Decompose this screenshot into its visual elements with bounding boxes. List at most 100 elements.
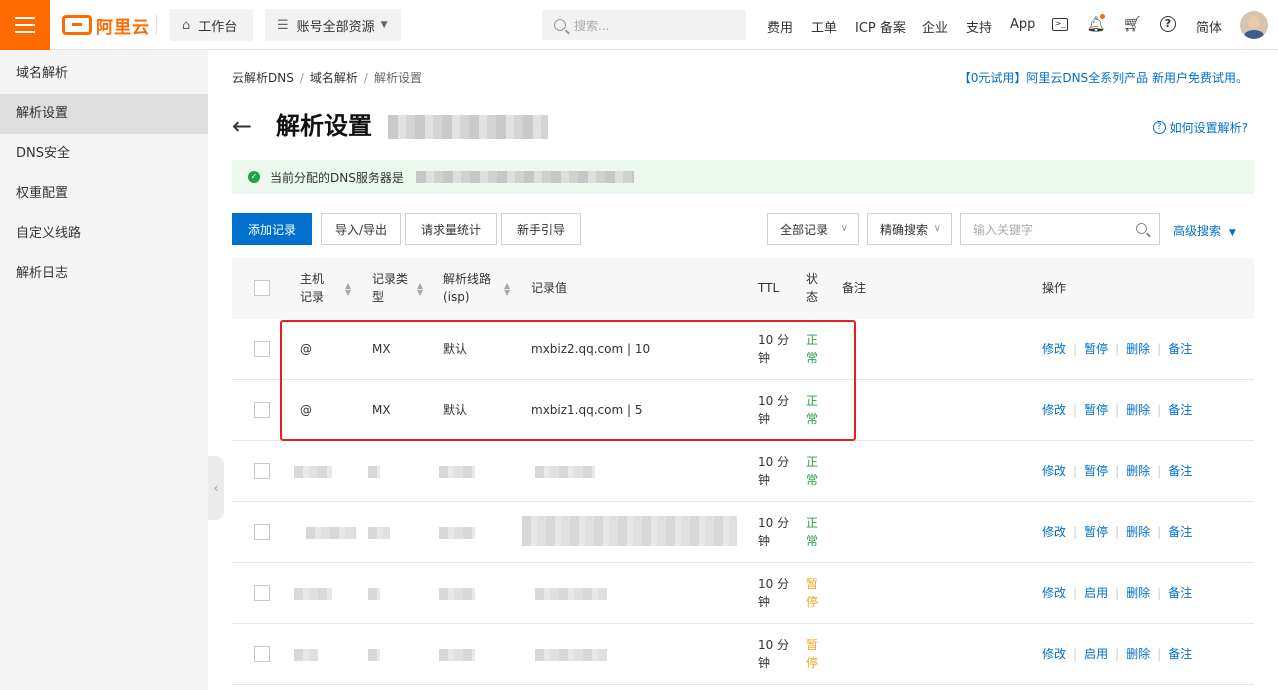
add-record-button[interactable]: 添加记录 <box>232 213 312 245</box>
remark-link[interactable]: 备注 <box>1168 464 1192 478</box>
nav-icp[interactable]: ICP 备案 <box>855 17 906 36</box>
sidebar-item-dns-security[interactable]: DNS安全 <box>0 134 208 174</box>
highlight-box <box>280 320 856 441</box>
delete-link[interactable]: 删除 <box>1126 342 1150 356</box>
delete-link[interactable]: 删除 <box>1126 586 1150 600</box>
resources-label: 账号全部资源 <box>296 19 375 35</box>
delete-link[interactable]: 删除 <box>1126 647 1150 661</box>
edit-link[interactable]: 修改 <box>1042 647 1066 661</box>
search-placeholder: 搜索... <box>574 18 610 33</box>
delete-link[interactable]: 删除 <box>1126 464 1150 478</box>
menu-icon[interactable] <box>0 0 50 50</box>
edit-link[interactable]: 修改 <box>1042 464 1066 478</box>
table-row: 10 分钟 正常 修改 | 暂停 | 删除 | 备注 <box>232 441 1254 502</box>
workbench-button[interactable]: ⌂ 工作台 <box>170 9 253 41</box>
sort-icon[interactable]: ▲ ▼ <box>504 282 510 297</box>
row-checkbox[interactable] <box>254 646 270 662</box>
delete-link[interactable]: 删除 <box>1126 403 1150 417</box>
breadcrumb-item[interactable]: 云解析DNS <box>232 71 294 85</box>
language-switch[interactable]: 简体 <box>1196 17 1222 36</box>
enable-link[interactable]: 启用 <box>1084 586 1108 600</box>
redacted-line <box>439 649 475 661</box>
breadcrumb-item: 解析设置 <box>373 71 422 85</box>
cell-ttl: 10 分钟 <box>758 516 790 548</box>
caret-down-icon: ▼ <box>1228 228 1236 238</box>
help-link[interactable]: ? 如何设置解析? <box>1152 119 1248 136</box>
page-title: 解析设置 <box>276 112 372 140</box>
global-search-input[interactable]: 搜索... <box>542 10 746 40</box>
sort-icon[interactable]: ▲ ▼ <box>345 282 351 297</box>
redacted-line <box>439 466 475 478</box>
table-row: 10 分钟 暂停 修改 | 启用 | 删除 | 备注 <box>232 624 1254 685</box>
nav-support[interactable]: 支持 <box>966 17 992 36</box>
select-all-checkbox[interactable] <box>254 280 270 296</box>
pause-link[interactable]: 暂停 <box>1084 342 1108 356</box>
nav-enterprise[interactable]: 企业 <box>922 17 948 36</box>
row-checkbox[interactable] <box>254 463 270 479</box>
table-header: 主机记录 ▲ ▼ 记录类型 ▲ ▼ 解析线路(isp) ▲ ▼ 记录值 TTL 状态 … <box>232 258 1254 319</box>
nav-app[interactable]: App <box>1010 17 1035 32</box>
import-export-button[interactable]: 导入/导出 <box>321 213 401 245</box>
edit-link[interactable]: 修改 <box>1042 403 1066 417</box>
sidebar-item-weight[interactable]: 权重配置 <box>0 174 208 214</box>
redacted-value <box>522 516 737 546</box>
promo-link[interactable]: 【0元试用】阿里云DNS全系列产品 新用户免费试用。 <box>959 69 1248 86</box>
advanced-search-link[interactable]: 高级搜索 ▼ <box>1173 222 1236 239</box>
resources-dropdown[interactable]: ☰ 账号全部资源 ▼ <box>265 9 401 41</box>
chevron-down-icon: ∨ <box>840 223 848 234</box>
cart-icon[interactable]: 🛒︎ <box>1122 14 1142 34</box>
edit-link[interactable]: 修改 <box>1042 586 1066 600</box>
remark-link[interactable]: 备注 <box>1168 525 1192 539</box>
col-remark: 备注 <box>842 281 867 295</box>
keyword-search-input[interactable]: 输入关键字 <box>960 213 1160 245</box>
terminal-icon[interactable]: >_ <box>1050 14 1070 34</box>
sidebar-item-custom-line[interactable]: 自定义线路 <box>0 214 208 254</box>
home-icon: ⌂ <box>182 17 191 33</box>
top-bar: 阿里云 ⌂ 工作台 ☰ 账号全部资源 ▼ 搜索... 费用 工单 ICP 备案 … <box>0 0 1278 50</box>
beginner-guide-button[interactable]: 新手引导 <box>501 213 581 245</box>
nav-billing[interactable]: 费用 <box>767 17 793 36</box>
record-filter-select[interactable]: 全部记录 ∨ <box>767 213 859 245</box>
edit-link[interactable]: 修改 <box>1042 342 1066 356</box>
advanced-search-label: 高级搜索 <box>1173 224 1222 238</box>
nav-ticket[interactable]: 工单 <box>811 17 837 36</box>
redacted-line <box>439 527 475 539</box>
row-checkbox[interactable] <box>254 402 270 418</box>
edit-link[interactable]: 修改 <box>1042 525 1066 539</box>
search-mode-select[interactable]: 精确搜索 ∨ <box>867 213 952 245</box>
back-arrow-icon[interactable]: ← <box>232 112 252 140</box>
check-circle-icon: ✓ <box>248 171 260 183</box>
delete-link[interactable]: 删除 <box>1126 525 1150 539</box>
col-ops: 操作 <box>1042 281 1067 295</box>
cell-ttl: 10 分钟 <box>758 455 790 487</box>
breadcrumb-item[interactable]: 域名解析 <box>310 71 358 85</box>
avatar[interactable] <box>1240 11 1268 39</box>
bell-icon[interactable]: 🔔︎ <box>1086 14 1106 34</box>
breadcrumb: 云解析DNS / 域名解析 / 解析设置 <box>232 71 422 85</box>
redacted-dns-servers <box>415 171 634 183</box>
redacted-host <box>294 466 332 478</box>
keyword-placeholder: 输入关键字 <box>973 222 1034 237</box>
sidebar-item-resolve-settings[interactable]: 解析设置 <box>0 94 208 134</box>
pause-link[interactable]: 暂停 <box>1084 403 1108 417</box>
pause-link[interactable]: 暂停 <box>1084 464 1108 478</box>
row-checkbox[interactable] <box>254 585 270 601</box>
pause-link[interactable]: 暂停 <box>1084 525 1108 539</box>
remark-link[interactable]: 备注 <box>1168 342 1192 356</box>
redacted-value <box>535 588 607 600</box>
row-checkbox[interactable] <box>254 341 270 357</box>
collapse-sidebar-button[interactable]: ‹ <box>208 456 224 520</box>
help-icon[interactable]: ? <box>1158 14 1178 34</box>
aliyun-logo[interactable]: 阿里云 <box>62 13 150 38</box>
remark-link[interactable]: 备注 <box>1168 403 1192 417</box>
enable-link[interactable]: 启用 <box>1084 647 1108 661</box>
remark-link[interactable]: 备注 <box>1168 647 1192 661</box>
sort-icon[interactable]: ▲ ▼ <box>417 282 423 297</box>
request-stats-button[interactable]: 请求量统计 <box>405 213 497 245</box>
remark-link[interactable]: 备注 <box>1168 586 1192 600</box>
sidebar-item-resolve-log[interactable]: 解析日志 <box>0 254 208 294</box>
row-checkbox[interactable] <box>254 524 270 540</box>
sidebar-item-domain-resolve[interactable]: 域名解析 <box>0 54 208 94</box>
search-icon[interactable] <box>1136 223 1147 234</box>
status-badge: 暂停 <box>806 577 819 609</box>
